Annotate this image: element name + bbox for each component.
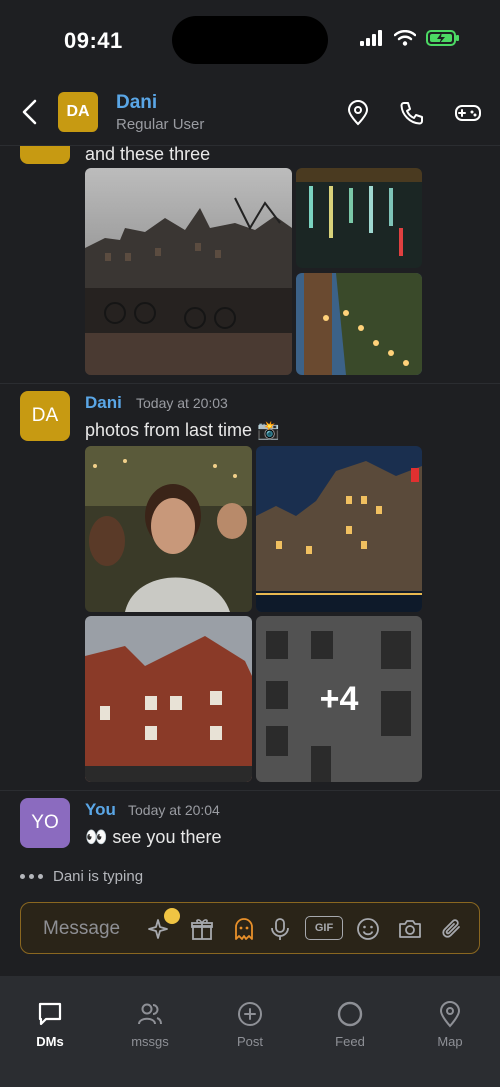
contact-role: Regular User xyxy=(116,116,205,133)
message-timestamp: Today at 20:03 xyxy=(136,395,228,411)
nav-label: mssgs xyxy=(131,1034,169,1049)
typing-text: Dani is typing xyxy=(53,868,144,885)
emoji-icon[interactable] xyxy=(355,916,381,942)
battery-charging-icon xyxy=(426,30,459,46)
contact-name[interactable]: Dani xyxy=(116,92,157,114)
plus-circle-icon xyxy=(238,1002,262,1026)
chat-header: DA Dani Regular User xyxy=(0,80,500,146)
crown-icon xyxy=(164,908,180,924)
location-icon[interactable] xyxy=(345,100,371,126)
photo-amsterdam-street[interactable] xyxy=(85,168,292,375)
people-icon xyxy=(138,1003,162,1025)
message-text: photos from last time 📸 xyxy=(85,420,280,440)
avatar[interactable]: YO xyxy=(20,798,70,848)
nav-map[interactable]: Map xyxy=(410,1000,490,1049)
microphone-icon[interactable] xyxy=(267,916,293,942)
gamepad-icon[interactable] xyxy=(454,100,482,126)
signal-icon xyxy=(360,30,382,46)
nav-dms[interactable]: DMs xyxy=(10,1000,90,1049)
message-divider xyxy=(0,383,500,384)
gif-button[interactable]: GIF xyxy=(305,916,343,940)
nav-label: DMs xyxy=(36,1034,64,1049)
gift-icon[interactable] xyxy=(189,916,215,942)
status-bar: 09:41 xyxy=(0,0,500,80)
header-avatar[interactable]: DA xyxy=(58,92,98,132)
bottom-nav: DMs mssgs Post Feed Map xyxy=(0,976,500,1087)
nav-label: Feed xyxy=(335,1034,365,1049)
circle-icon xyxy=(337,1001,363,1027)
message-composer[interactable]: Message GIF xyxy=(20,902,480,954)
photo-canal-night-lights[interactable] xyxy=(296,168,422,268)
typing-indicator: Dani is typing xyxy=(20,868,143,885)
message-list[interactable]: and these three DA Dani Today at 20:03 p… xyxy=(0,146,500,976)
message-divider xyxy=(0,790,500,791)
chat-bubble-icon xyxy=(38,1002,62,1026)
camera-icon[interactable] xyxy=(397,916,423,942)
message-text: 👀 see you there xyxy=(85,827,222,847)
message-author[interactable]: You xyxy=(85,800,116,820)
typing-dots-icon xyxy=(20,874,43,879)
photo-canal-houses-night[interactable] xyxy=(256,446,422,612)
dynamic-island xyxy=(172,16,328,64)
nav-label: Post xyxy=(236,1034,263,1049)
paperclip-icon[interactable] xyxy=(439,916,465,942)
ghost-icon[interactable] xyxy=(231,916,257,942)
map-pin-icon xyxy=(439,1001,461,1028)
nav-mssgs[interactable]: mssgs xyxy=(110,1000,190,1049)
phone-icon[interactable] xyxy=(399,100,425,126)
more-photos-count[interactable]: +4 xyxy=(256,616,422,782)
status-time: 09:41 xyxy=(64,28,123,53)
nav-post[interactable]: Post xyxy=(210,1000,290,1049)
message-input[interactable]: Message xyxy=(43,918,120,940)
message-text: and these three xyxy=(85,146,211,164)
avatar[interactable]: DA xyxy=(20,391,70,441)
photo-group-selfie[interactable] xyxy=(85,446,252,612)
nav-label: Map xyxy=(437,1034,463,1049)
back-button[interactable] xyxy=(18,98,42,126)
status-icons xyxy=(360,30,460,46)
photo-tree-string-lights[interactable] xyxy=(296,273,422,375)
photo-grey-facade[interactable]: +4 xyxy=(256,616,422,782)
avatar[interactable] xyxy=(20,146,70,164)
message-author[interactable]: Dani xyxy=(85,393,122,413)
photo-brick-building[interactable] xyxy=(85,616,252,782)
wifi-icon xyxy=(394,30,416,46)
message-timestamp: Today at 20:04 xyxy=(128,802,220,818)
nav-feed[interactable]: Feed xyxy=(310,1000,390,1049)
